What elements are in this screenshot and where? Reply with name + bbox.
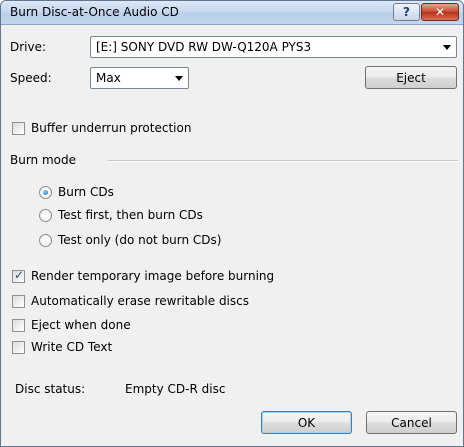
checkbox-label: Automatically erase rewritable discs (31, 294, 249, 308)
radio-test-only[interactable]: Test only (do not burn CDs) (39, 233, 221, 247)
speed-select-value: Max (96, 71, 121, 85)
speed-select[interactable]: Max (90, 67, 189, 89)
help-icon: ? (403, 5, 410, 19)
checkbox-box (12, 294, 25, 308)
speed-label: Speed: (10, 71, 52, 85)
chevron-down-icon (175, 76, 183, 81)
checkbox-box (12, 268, 25, 283)
help-button[interactable]: ? (393, 3, 420, 21)
buffer-underrun-label: Buffer underrun protection (31, 121, 192, 135)
burn-dialog: Burn Disc-at-Once Audio CD ? ✕ Drive: [E… (0, 0, 464, 447)
ok-button[interactable]: OK (261, 411, 352, 434)
radio-indicator (39, 185, 52, 199)
drive-label: Drive: (10, 40, 47, 54)
radio-indicator (39, 208, 52, 222)
radio-test-then-burn[interactable]: Test first, then burn CDs (39, 208, 203, 222)
window-title: Burn Disc-at-Once Audio CD (10, 5, 179, 19)
eject-button[interactable]: Eject (365, 66, 457, 89)
disc-status-label: Disc status: (15, 382, 86, 396)
close-icon: ✕ (434, 5, 446, 19)
checkbox-label: Render temporary image before burning (31, 269, 275, 283)
radio-label: Test only (do not burn CDs) (58, 233, 222, 247)
chevron-down-icon (443, 45, 451, 50)
close-button[interactable]: ✕ (421, 3, 459, 21)
checkbox-label: Eject when done (31, 318, 131, 332)
buffer-underrun-checkbox[interactable]: Buffer underrun protection (12, 121, 191, 135)
radio-label: Test first, then burn CDs (58, 208, 203, 222)
checkbox-label: Write CD Text (31, 340, 113, 354)
cancel-button[interactable]: Cancel (366, 411, 457, 434)
radio-label: Burn CDs (58, 185, 114, 199)
checkbox-box (12, 340, 25, 354)
eject-when-done-checkbox[interactable]: Eject when done (12, 318, 131, 332)
auto-erase-checkbox[interactable]: Automatically erase rewritable discs (12, 294, 249, 308)
checkbox-box (12, 318, 25, 332)
drive-select-value: [E:] SONY DVD RW DW-Q120A PYS3 (96, 40, 312, 54)
render-temp-image-checkbox[interactable]: Render temporary image before burning (12, 268, 275, 283)
title-bar[interactable]: Burn Disc-at-Once Audio CD ? ✕ (1, 1, 463, 25)
cancel-button-label: Cancel (391, 415, 432, 430)
write-cd-text-checkbox[interactable]: Write CD Text (12, 340, 112, 354)
drive-select[interactable]: [E:] SONY DVD RW DW-Q120A PYS3 (90, 36, 457, 58)
burn-mode-heading: Burn mode (10, 153, 77, 167)
disc-status-value: Empty CD-R disc (125, 382, 226, 396)
eject-button-label: Eject (396, 70, 426, 85)
group-divider (108, 160, 458, 162)
checkbox-box (12, 121, 25, 135)
ok-button-label: OK (297, 415, 316, 430)
radio-indicator (39, 233, 52, 247)
radio-burn-cds[interactable]: Burn CDs (39, 185, 114, 199)
